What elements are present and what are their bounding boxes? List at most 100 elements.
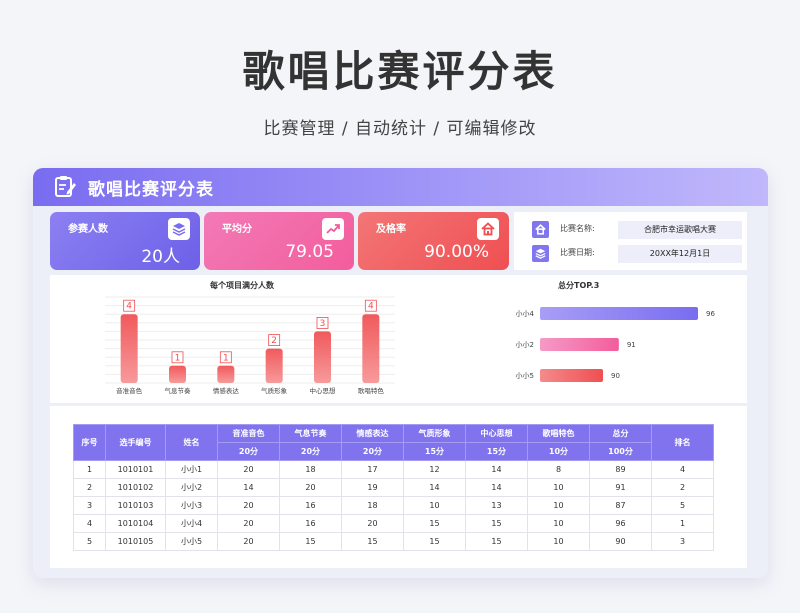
x-tick-label: 气息节奏 <box>165 386 192 395</box>
bar <box>314 331 331 383</box>
table-cell[interactable]: 14 <box>217 478 280 497</box>
table-cell: 1010101 <box>105 460 166 479</box>
info-row-date: 比赛日期: 20XX年12月1日 <box>532 245 742 263</box>
data-label: 1 <box>175 353 181 363</box>
y-tick-label: 小小5 <box>516 371 534 380</box>
table-cell[interactable]: 10 <box>527 514 590 533</box>
table-cell[interactable]: 20 <box>279 478 342 497</box>
stat-participants: 参赛人数 20人 <box>50 212 200 270</box>
col-max-score: 20分 <box>341 442 404 461</box>
table-cell[interactable]: 13 <box>465 496 528 515</box>
table-cell[interactable]: 15 <box>403 532 466 551</box>
layers-icon <box>168 218 190 240</box>
table-cell[interactable]: 19 <box>341 478 404 497</box>
table-cell[interactable]: 15 <box>341 532 404 551</box>
table-cell[interactable]: 15 <box>279 532 342 551</box>
bar <box>362 314 380 383</box>
page-subtitle: 比赛管理 / 自动统计 / 可编辑修改 <box>263 119 537 139</box>
stat-pass-rate: 及格率 90.00% <box>358 212 509 270</box>
table-cell[interactable]: 17 <box>341 460 404 479</box>
table-cell[interactable]: 15 <box>465 532 528 551</box>
x-tick-label: 音准音色 <box>116 386 142 395</box>
table-cell[interactable]: 18 <box>341 496 404 515</box>
data-label: 2 <box>271 336 277 346</box>
data-label: 96 <box>706 310 715 318</box>
col-header-name: 姓名 <box>165 424 218 461</box>
data-label: 1 <box>223 353 229 363</box>
bar <box>540 338 619 351</box>
table-cell: 1010102 <box>105 478 166 497</box>
data-label: 3 <box>320 319 326 329</box>
table-cell[interactable]: 16 <box>279 514 342 533</box>
stat-average: 平均分 79.05 <box>204 212 354 270</box>
table-cell: 89 <box>589 460 652 479</box>
stat-label: 及格率 <box>376 224 406 235</box>
table-cell[interactable]: 14 <box>465 460 528 479</box>
competition-name-field[interactable]: 合肥市幸运歌唱大赛 <box>618 221 742 239</box>
table-cell[interactable]: 10 <box>527 532 590 551</box>
charts-panel: 每个项目满分人数 4 音准音色 1 气息节奏 1 情感表达 2 气质形象 3 中心思想 4 歌唱特色 … <box>50 275 747 403</box>
bar <box>169 365 186 383</box>
competition-info: 比赛名称: 合肥市幸运歌唱大赛 比赛日期: 20XX年12月1日 <box>514 212 747 270</box>
x-tick-label: 情感表达 <box>213 386 240 395</box>
col-max-score: 20分 <box>279 442 342 461</box>
stat-label: 平均分 <box>222 224 252 235</box>
col-header-item: 气质形象 <box>403 424 466 443</box>
col-max-score: 15分 <box>403 442 466 461</box>
score-table-panel: 序号 选手编号 姓名 音准音色 气息节奏 情感表达 气质形象 中心思想 歌唱特色… <box>50 406 747 568</box>
table-cell[interactable]: 8 <box>527 460 590 479</box>
table-row: 1 1010101 小小1 20 18 17 12 14 8 89 4 <box>73 460 714 479</box>
table-cell[interactable]: 20 <box>341 514 404 533</box>
stat-label: 参赛人数 <box>68 224 108 235</box>
x-tick-label: 气质形象 <box>261 386 288 395</box>
table-row: 2 1010102 小小2 14 20 19 14 14 10 91 2 <box>73 478 714 497</box>
card-header: 歌唱比赛评分表 <box>33 168 768 206</box>
table-cell: 小小1 <box>165 460 218 479</box>
score-table-body: 1 1010101 小小1 20 18 17 12 14 8 89 4 2 1010102 小小2 14 20… <box>73 460 714 551</box>
competition-date-field[interactable]: 20XX年12月1日 <box>618 245 742 263</box>
bar <box>540 369 603 382</box>
top3-bar-chart: 小小4 96 小小2 91 小小5 90 <box>516 307 715 382</box>
table-cell[interactable]: 10 <box>527 496 590 515</box>
table-cell[interactable]: 20 <box>217 514 280 533</box>
full-score-bar-chart: 4 音准音色 1 气息节奏 1 情感表达 2 气质形象 3 中心思想 4 歌唱特色 <box>105 296 395 395</box>
table-cell[interactable]: 18 <box>279 460 342 479</box>
stat-value: 20人 <box>141 247 180 267</box>
table-cell: 90 <box>589 532 652 551</box>
table-row: 5 1010105 小小5 20 15 15 15 15 10 90 3 <box>73 532 714 551</box>
table-cell[interactable]: 14 <box>465 478 528 497</box>
bar <box>265 348 283 383</box>
table-cell[interactable]: 16 <box>279 496 342 515</box>
table-cell[interactable]: 15 <box>465 514 528 533</box>
table-cell: 91 <box>589 478 652 497</box>
bar <box>217 365 235 383</box>
table-cell[interactable]: 12 <box>403 460 466 479</box>
table-cell: 87 <box>589 496 652 515</box>
table-cell[interactable]: 10 <box>403 496 466 515</box>
y-tick-label: 小小4 <box>516 309 535 318</box>
table-cell[interactable]: 15 <box>403 514 466 533</box>
table-cell: 小小5 <box>165 532 218 551</box>
col-header-item: 歌唱特色 <box>527 424 590 443</box>
score-card: 歌唱比赛评分表 参赛人数 20人 平均分 79.05 及格率 90.00% 比赛… <box>33 168 768 578</box>
data-label: 90 <box>611 372 620 380</box>
info-label: 比赛名称: <box>560 224 595 233</box>
table-cell[interactable]: 20 <box>217 532 280 551</box>
card-title: 歌唱比赛评分表 <box>88 180 214 200</box>
table-cell[interactable]: 10 <box>527 478 590 497</box>
trend-up-icon <box>322 218 344 240</box>
table-cell: 1 <box>651 514 714 533</box>
table-cell: 1010104 <box>105 514 166 533</box>
table-cell[interactable]: 20 <box>217 496 280 515</box>
col-header-no: 序号 <box>73 424 106 461</box>
table-cell[interactable]: 20 <box>217 460 280 479</box>
table-cell: 小小3 <box>165 496 218 515</box>
col-header-item: 音准音色 <box>217 424 280 443</box>
table-cell[interactable]: 14 <box>403 478 466 497</box>
home-icon <box>532 221 549 238</box>
col-header-item: 中心思想 <box>465 424 528 443</box>
table-cell: 4 <box>651 460 714 479</box>
y-tick-label: 小小2 <box>516 340 534 349</box>
data-label: 4 <box>368 302 374 312</box>
col-header-total: 总分 <box>589 424 652 443</box>
